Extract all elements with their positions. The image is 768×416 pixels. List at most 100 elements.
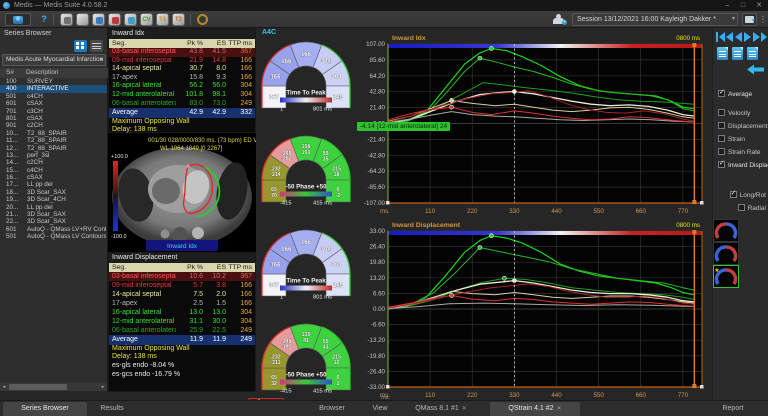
series-row[interactable]: 18...3D Scar_SAX: [0, 189, 107, 196]
bullseye-diagram-2[interactable]: 6570-232-214-245-2021581915535215180-2-5…: [256, 130, 356, 218]
export-report-button[interactable]: [717, 47, 728, 60]
bullseye-diagram-4[interactable]: 6532-232-211-245-1931354155432151201-50 …: [256, 318, 356, 406]
marker-handle[interactable]: [692, 43, 696, 47]
ring-tool-icon[interactable]: [197, 14, 208, 25]
series-row[interactable]: 22...3D Scar_SAX: [0, 218, 107, 225]
axis-handle[interactable]: [386, 201, 390, 205]
tab-qstrain-4-1-2[interactable]: QStrain 4.1 #2✕: [490, 402, 580, 416]
segment-row[interactable]: 03-basal inferoseptal10.610.2367: [109, 272, 255, 281]
review-icon[interactable]: [92, 13, 105, 26]
segment-row[interactable]: 12-mid anterolateral101.898.1304: [109, 91, 255, 100]
series-row[interactable]: 19...3D Scar_4CH: [0, 196, 107, 203]
scroll-left-icon[interactable]: ◂: [0, 383, 8, 391]
scroll-right-icon[interactable]: ▸: [99, 383, 107, 391]
minimize-button[interactable]: –: [720, 0, 734, 11]
radio-radial[interactable]: Radial: [738, 204, 766, 213]
checkbox-inward-displacement[interactable]: ✓Inward Displacement: [718, 161, 768, 170]
cv-icon[interactable]: CV: [140, 13, 153, 26]
annotate-icon[interactable]: [124, 13, 137, 26]
play-reverse-button[interactable]: [734, 32, 743, 42]
qflow-icon[interactable]: [76, 13, 89, 26]
axis-handle[interactable]: [700, 385, 704, 389]
series-row[interactable]: 13...perf_3sl: [0, 152, 107, 159]
checkbox-average[interactable]: ✓Average: [718, 90, 752, 99]
series-row[interactable]: 601AutoQ - QMass LV+RV Contours: [0, 226, 107, 233]
close-icon[interactable]: ✕: [462, 406, 467, 412]
sidebar-tab-results[interactable]: Results: [89, 402, 135, 416]
list-view-button[interactable]: [90, 40, 103, 52]
horizontal-scrollbar[interactable]: ◂ ▸: [0, 383, 107, 391]
maximize-button[interactable]: □: [736, 0, 750, 11]
segment-row[interactable]: 06-basal anterolateral25.922.5249: [109, 326, 255, 335]
series-row[interactable]: 901c2CH: [0, 122, 107, 129]
marker-handle[interactable]: [692, 230, 696, 234]
tab-qmass-8-1-1[interactable]: QMass 8.1 #1✕: [400, 402, 482, 416]
axis-handle[interactable]: [386, 385, 390, 389]
step-back-button[interactable]: [725, 32, 734, 42]
segment-row[interactable]: 03-basal inferoseptal43.841.5367: [109, 48, 255, 57]
workflow-select[interactable]: Medis Acute Myocardial Infarction ... ▾: [2, 54, 106, 66]
tab-browser[interactable]: Browser: [307, 402, 357, 416]
segment-row[interactable]: 12-mid anterolateral31.130.0304: [109, 317, 255, 326]
export-snapshot-button[interactable]: [747, 47, 758, 60]
qmass-icon[interactable]: [60, 13, 73, 26]
radio-long-rot[interactable]: ✓Long/Rot: [730, 191, 766, 200]
segment-row[interactable]: 16-apical lateral56.256.0304: [109, 82, 255, 91]
first-frame-button[interactable]: [716, 32, 725, 42]
series-row[interactable]: 11...T2_88_SPAIR: [0, 137, 107, 144]
t1-icon[interactable]: T1: [156, 13, 169, 26]
help-button[interactable]: ?: [38, 13, 50, 26]
series-row[interactable]: 400INTERACTIVE: [0, 85, 107, 92]
last-frame-button[interactable]: [761, 32, 768, 42]
checkbox-strain-rate[interactable]: Strain Rate: [718, 148, 761, 157]
view-thumb-3[interactable]: ★: [714, 266, 738, 287]
series-row[interactable]: 10...T2_88_SPAIR: [0, 130, 107, 137]
marker-handle[interactable]: [692, 384, 696, 388]
tab-report[interactable]: Report: [710, 402, 756, 416]
series-row[interactable]: 20...LL pp del: [0, 204, 107, 211]
segment-row[interactable]: 06-basal anterolateral83.073.0249: [109, 100, 255, 109]
series-marker-14-apical-septal[interactable]: [450, 98, 454, 102]
grid-view-button[interactable]: [74, 40, 87, 52]
mri-viewport[interactable]: +100.0 -100.0 001/30 028/0000/830 ms. (7…: [108, 133, 256, 252]
bullseye-diagram-1[interactable]: 367166166166304304249Time To Peak1801 ms: [256, 36, 356, 124]
view-thumb-2[interactable]: [714, 243, 738, 264]
marker-handle[interactable]: [692, 200, 696, 204]
series-row[interactable]: 15...c4CH: [0, 167, 107, 174]
series-row[interactable]: 17...LL pp del: [0, 181, 107, 188]
step-forward-button[interactable]: [752, 32, 761, 42]
view-thumb-1[interactable]: [714, 220, 738, 241]
series-marker-09-mid-inferoseptal[interactable]: [450, 294, 454, 298]
segment-row[interactable]: 14-apical septal7.52.0166: [109, 290, 255, 299]
series-marker-09-mid-inferoseptal[interactable]: [450, 105, 454, 109]
axis-handle[interactable]: [700, 201, 704, 205]
segment-row[interactable]: 17-apex2.51.5166: [109, 299, 255, 308]
checkbox-displacement[interactable]: Displacement: [718, 122, 767, 131]
series-row[interactable]: 501c4CH: [0, 93, 107, 100]
series-row[interactable]: 21...3D Scar_SAX: [0, 211, 107, 218]
series-marker-12-mid-anterolateral[interactable]: [489, 46, 493, 50]
session-selector[interactable]: Session 13/12/2021 16:00 Kayleigh Dakker…: [572, 13, 738, 26]
series-marker-16-apical-lateral[interactable]: [478, 56, 482, 60]
overflow-menu-icon[interactable]: ⋮: [759, 13, 767, 26]
series-marker-16-apical-lateral[interactable]: [502, 276, 506, 280]
checkbox-strain[interactable]: Strain: [718, 135, 745, 144]
tab-view[interactable]: View: [362, 402, 398, 416]
segment-row[interactable]: 16-apical lateral13.013.0304: [109, 308, 255, 317]
segment-row[interactable]: 09-mid inferoseptal5.73.8166: [109, 281, 255, 290]
t2-icon[interactable]: T2: [172, 13, 185, 26]
scrollbar-thumb[interactable]: [9, 384, 67, 390]
contour-anchor-point[interactable]: [186, 164, 189, 167]
sidebar-tab-series-browser[interactable]: Series Browser: [3, 402, 87, 416]
series-row[interactable]: 501AutoQ - QMass LV Contours LAX ...: [0, 233, 107, 240]
series-marker-06-basal-anterolateral[interactable]: [478, 246, 482, 250]
series-row[interactable]: 701c3CH: [0, 108, 107, 115]
layout-button[interactable]: ▾: [742, 13, 757, 26]
play-button[interactable]: [743, 32, 752, 42]
export-movie-button[interactable]: [732, 47, 743, 60]
inward-displacement-chart[interactable]: 33.0026.4019.8013.206.600.00-6.60-13.20-…: [356, 218, 712, 400]
series-row[interactable]: 12...T2_88_SPAIR: [0, 145, 107, 152]
segment-row[interactable]: 09-mid inferoseptal21.914.8166: [109, 57, 255, 66]
checkbox-velocity[interactable]: Velocity: [718, 109, 750, 118]
inward-idx-chart[interactable]: 107.0085.6064.2042.8021.400.00-21.40-42.…: [356, 31, 712, 216]
